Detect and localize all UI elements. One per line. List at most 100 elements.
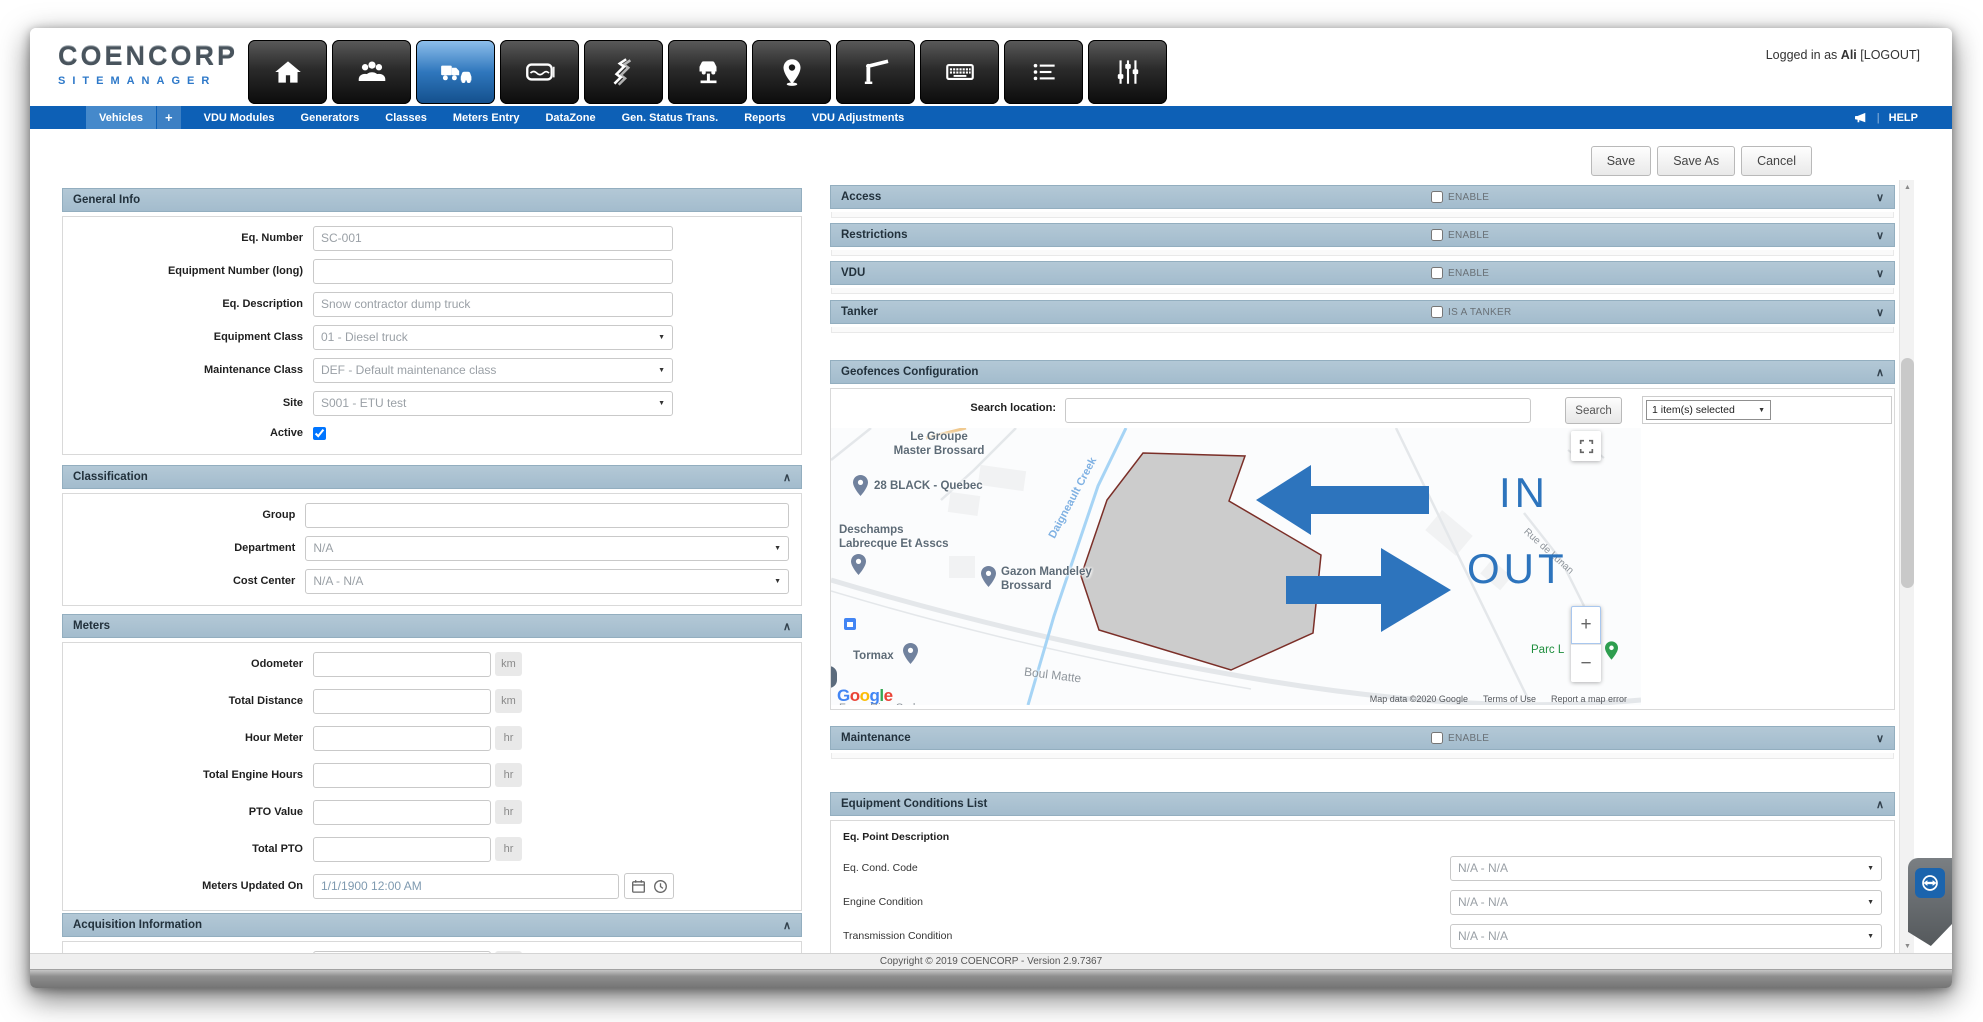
total-engine-hours-input[interactable] — [313, 763, 491, 788]
group-input[interactable] — [305, 503, 789, 528]
vdu-title: VDU — [841, 267, 865, 279]
transit-icon[interactable] — [844, 618, 856, 630]
scroll-up-arrow[interactable]: ▲ — [1900, 180, 1915, 194]
chevron-up-icon[interactable]: ∧ — [1876, 798, 1884, 811]
meters-header[interactable]: Meters ∧ — [62, 614, 802, 638]
announcement-icon[interactable] — [1854, 112, 1868, 124]
vdu-enable-checkbox[interactable] — [1431, 267, 1443, 279]
eq-number-input[interactable] — [313, 226, 673, 251]
restrictions-header[interactable]: Restrictions ENABLE ∨ — [830, 223, 1895, 247]
classification-header[interactable]: Classification ∧ — [62, 465, 802, 489]
save-as-button[interactable]: Save As — [1657, 146, 1735, 176]
vdu-header[interactable]: VDU ENABLE ∨ — [830, 261, 1895, 285]
adjustments-button[interactable] — [1088, 40, 1167, 104]
eq-description-input[interactable] — [313, 292, 673, 317]
search-location-input[interactable] — [1065, 398, 1531, 423]
cancel-button[interactable]: Cancel — [1741, 146, 1812, 176]
section-restrictions: Restrictions ENABLE ∨ — [830, 223, 1895, 256]
vehicle-lift-button[interactable] — [668, 40, 747, 104]
chevron-up-icon[interactable]: ∧ — [783, 471, 791, 484]
total-pto-input[interactable] — [313, 837, 491, 862]
maintenance-header[interactable]: Maintenance ENABLE ∨ — [830, 726, 1895, 750]
geofence-map[interactable]: Le GroupeMaster Brossard 28 BLACK - Queb… — [831, 428, 1641, 705]
eq-number-long-input[interactable] — [313, 259, 673, 284]
chevron-up-icon[interactable]: ∧ — [1876, 366, 1884, 379]
location-button[interactable] — [752, 40, 831, 104]
report-map-error-link[interactable]: Report a map error — [1551, 694, 1627, 704]
suspension-button[interactable] — [584, 40, 663, 104]
cost-center-select[interactable]: N/A - N/A▼ — [305, 569, 789, 594]
remote-support-widget[interactable] — [1908, 858, 1952, 946]
chevron-down-icon[interactable]: ∨ — [1876, 306, 1884, 319]
date-time-picker[interactable] — [624, 873, 674, 899]
chevron-down-icon[interactable]: ∨ — [1876, 191, 1884, 204]
access-header[interactable]: Access ENABLE ∨ — [830, 185, 1895, 209]
meters-updated-input[interactable] — [313, 874, 619, 899]
general-info-header[interactable]: General Info — [62, 188, 802, 212]
hour-meter-input[interactable] — [313, 726, 491, 751]
logout-link[interactable]: [LOGOUT] — [1860, 48, 1920, 62]
map-pin-icon[interactable] — [851, 554, 866, 575]
chevron-up-icon[interactable]: ∧ — [783, 919, 791, 932]
list-button[interactable] — [1004, 40, 1083, 104]
keyboard-button[interactable] — [920, 40, 999, 104]
scrollbar-thumb[interactable] — [1901, 358, 1914, 588]
tab-vdu-modules[interactable]: VDU Modules — [191, 106, 288, 129]
add-vehicle-button[interactable]: + — [157, 106, 181, 129]
home-button[interactable] — [248, 40, 327, 104]
map-pin-icon[interactable] — [853, 475, 868, 496]
save-button[interactable]: Save — [1591, 146, 1652, 176]
total-engine-hours-label: Total Engine Hours — [75, 769, 313, 781]
scroll-down-arrow[interactable]: ▼ — [1900, 939, 1915, 953]
geofence-selection-dropdown[interactable]: 1 item(s) selected ▼ — [1646, 400, 1771, 420]
access-enable-checkbox[interactable] — [1431, 191, 1443, 203]
maintenance-enable-checkbox[interactable] — [1431, 732, 1443, 744]
tab-reports[interactable]: Reports — [731, 106, 799, 129]
equipment-conditions-header[interactable]: Equipment Conditions List ∧ — [830, 792, 1895, 816]
vehicles-button[interactable] — [416, 40, 495, 104]
gate-button[interactable] — [836, 40, 915, 104]
tanker-header[interactable]: Tanker IS A TANKER ∨ — [830, 300, 1895, 324]
restrictions-enable-checkbox[interactable] — [1431, 229, 1443, 241]
chevron-down-icon[interactable]: ∨ — [1876, 229, 1884, 242]
zoom-in-button[interactable]: + — [1571, 606, 1601, 644]
maintenance-class-select[interactable]: DEF - Default maintenance class▼ — [313, 358, 673, 383]
maintenance-class-value: DEF - Default maintenance class — [321, 363, 496, 377]
chevron-down-icon[interactable]: ∨ — [1876, 732, 1884, 745]
total-distance-input[interactable] — [313, 689, 491, 714]
terms-of-use-link[interactable]: Terms of Use — [1483, 694, 1536, 704]
users-button[interactable] — [332, 40, 411, 104]
search-button[interactable]: Search — [1565, 397, 1622, 424]
transmission-condition-select[interactable]: N/A - N/A▼ — [1450, 924, 1882, 949]
fuel-tank-button[interactable] — [500, 40, 579, 104]
tab-generators[interactable]: Generators — [288, 106, 373, 129]
tab-vehicles-label: Vehicles — [99, 112, 143, 124]
odometer-input[interactable] — [313, 652, 491, 677]
department-select[interactable]: N/A▼ — [305, 536, 789, 561]
tab-vehicles[interactable]: Vehicles — [86, 106, 156, 129]
right-panel-scrollbar[interactable]: ▲ ▼ — [1899, 180, 1914, 953]
park-pin-icon[interactable] — [1605, 641, 1618, 660]
map-pin-icon[interactable] — [981, 566, 996, 587]
equipment-class-select[interactable]: 01 - Diesel truck▼ — [313, 325, 673, 350]
geofences-header[interactable]: Geofences Configuration ∧ — [830, 360, 1895, 384]
section-classification: Classification ∧ Group Department N/A▼ C… — [62, 465, 802, 606]
eq-cond-code-select[interactable]: N/A - N/A▼ — [1450, 856, 1882, 881]
zoom-out-button[interactable]: − — [1571, 644, 1601, 682]
pto-value-input[interactable] — [313, 800, 491, 825]
fullscreen-button[interactable] — [1571, 431, 1601, 461]
help-link[interactable]: HELP — [1889, 112, 1918, 124]
active-checkbox[interactable] — [313, 427, 326, 440]
tab-gen-status-trans[interactable]: Gen. Status Trans. — [609, 106, 732, 129]
tab-vdu-adjustments[interactable]: VDU Adjustments — [799, 106, 918, 129]
chevron-up-icon[interactable]: ∧ — [783, 620, 791, 633]
tanker-checkbox[interactable] — [1431, 306, 1443, 318]
map-pin-icon[interactable] — [903, 643, 918, 664]
acquisition-header[interactable]: Acquisition Information ∧ — [62, 913, 802, 937]
engine-condition-select[interactable]: N/A - N/A▼ — [1450, 890, 1882, 915]
tab-meters-entry[interactable]: Meters Entry — [440, 106, 533, 129]
tab-datazone[interactable]: DataZone — [532, 106, 608, 129]
tab-classes[interactable]: Classes — [372, 106, 440, 129]
site-select[interactable]: S001 - ETU test▼ — [313, 391, 673, 416]
chevron-down-icon[interactable]: ∨ — [1876, 267, 1884, 280]
